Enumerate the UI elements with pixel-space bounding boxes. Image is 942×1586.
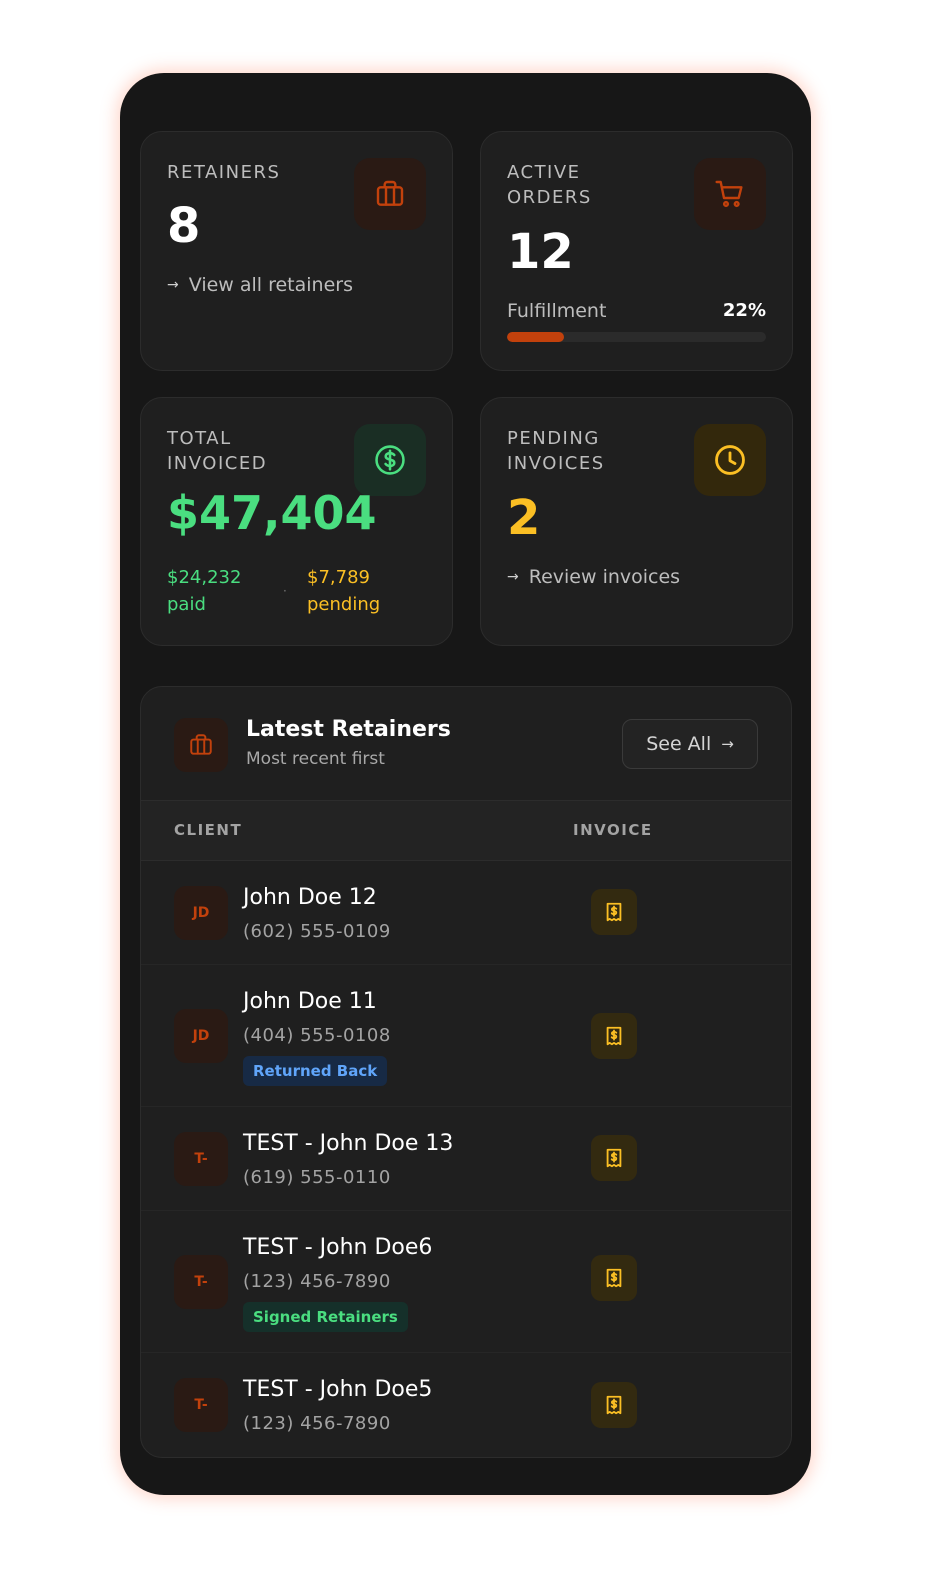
see-all-label: See All [646,733,712,755]
table-row[interactable]: T- TEST - John Doe6 (123) 456-7890 Signe… [141,1211,791,1353]
pending-summary: $7,789 pending [307,564,427,618]
pending-invoices-count: 2 [507,490,541,546]
invoice-icon [606,1268,622,1288]
client-name: John Doe 12 [243,885,377,910]
invoice-button[interactable] [591,1255,637,1301]
table-row[interactable]: JD John Doe 12 (602) 555-0109 [141,861,791,965]
avatar: JD [174,886,228,940]
review-invoices-label: Review invoices [528,566,681,588]
latest-retainers-title: Latest Retainers [246,717,451,742]
client-phone: (123) 456-7890 [243,1271,391,1292]
invoice-button[interactable] [591,1382,637,1428]
fulfillment-percent: 22% [722,300,766,321]
client-name: TEST - John Doe5 [243,1377,433,1402]
active-orders-count: 12 [507,224,574,280]
arrow-right-icon: → [167,277,179,293]
briefcase-icon [354,158,426,230]
client-name: TEST - John Doe6 [243,1235,433,1260]
pending-invoices-card[interactable]: PENDING INVOICES 2 → Review invoices [480,397,793,646]
fulfillment-progress-fill [507,332,564,342]
table-row[interactable]: T- TEST - John Doe5 (123) 456-7890 [141,1353,791,1457]
cart-icon [694,158,766,230]
table-row[interactable]: JD John Doe 11 (404) 555-0108 Returned B… [141,965,791,1107]
status-badge: Returned Back [243,1056,388,1086]
client-phone: (123) 456-7890 [243,1413,391,1434]
review-invoices-link[interactable]: → Review invoices [507,566,680,588]
invoice-icon [606,1026,622,1046]
total-invoiced-card[interactable]: TOTAL INVOICED $47,404 $24,232 paid · $7… [140,397,453,646]
active-orders-card[interactable]: ACTIVE ORDERS 12 Fulfillment 22% [480,131,793,371]
paid-amount: $24,232 [167,567,242,588]
app-screen: RETAINERS 8 → View all retainers ACTIVE … [120,73,811,1495]
view-all-retainers-link[interactable]: → View all retainers [167,274,353,296]
column-invoice: INVOICE [573,821,653,839]
view-all-retainers-label: View all retainers [188,274,353,296]
briefcase-icon [174,718,228,772]
client-phone: (602) 555-0109 [243,921,391,942]
table-row[interactable]: T- TEST - John Doe 13 (619) 555-0110 [141,1107,791,1211]
see-all-button[interactable]: See All → [622,719,758,769]
separator-dot: · [283,584,287,598]
invoice-icon [606,902,622,922]
paid-summary: $24,232 paid [167,564,267,618]
invoice-icon [606,1148,622,1168]
clock-icon [694,424,766,496]
paid-word: paid [167,594,206,615]
invoice-button[interactable] [591,889,637,935]
client-phone: (404) 555-0108 [243,1025,391,1046]
latest-retainers-header: Latest Retainers Most recent first See A… [141,687,791,801]
invoice-button[interactable] [591,1013,637,1059]
retainers-label: RETAINERS [167,162,281,183]
total-invoiced-amount: $47,404 [167,486,377,540]
retainers-count: 8 [167,198,201,254]
latest-retainers-panel: Latest Retainers Most recent first See A… [140,686,792,1458]
arrow-right-icon: → [721,735,734,753]
total-invoiced-label: TOTAL INVOICED [167,428,268,474]
column-client: CLIENT [174,821,243,839]
pending-word: pending [307,594,381,615]
avatar: T- [174,1132,228,1186]
invoice-icon [606,1395,622,1415]
avatar: T- [174,1255,228,1309]
status-badge: Signed Retainers [243,1302,408,1332]
avatar: JD [174,1009,228,1063]
invoice-button[interactable] [591,1135,637,1181]
pending-amount: $7,789 [307,567,370,588]
fulfillment-progress-bar [507,332,766,342]
client-name: John Doe 11 [243,989,377,1014]
arrow-right-icon: → [507,569,519,585]
client-name: TEST - John Doe 13 [243,1131,454,1156]
table-header: CLIENT INVOICE [141,801,791,861]
avatar: T- [174,1378,228,1432]
active-orders-label: ACTIVE ORDERS [507,162,592,208]
client-phone: (619) 555-0110 [243,1167,391,1188]
latest-retainers-subtitle: Most recent first [246,749,385,769]
fulfillment-label: Fulfillment [507,300,607,322]
retainers-card[interactable]: RETAINERS 8 → View all retainers [140,131,453,371]
pending-invoices-label: PENDING INVOICES [507,428,605,474]
